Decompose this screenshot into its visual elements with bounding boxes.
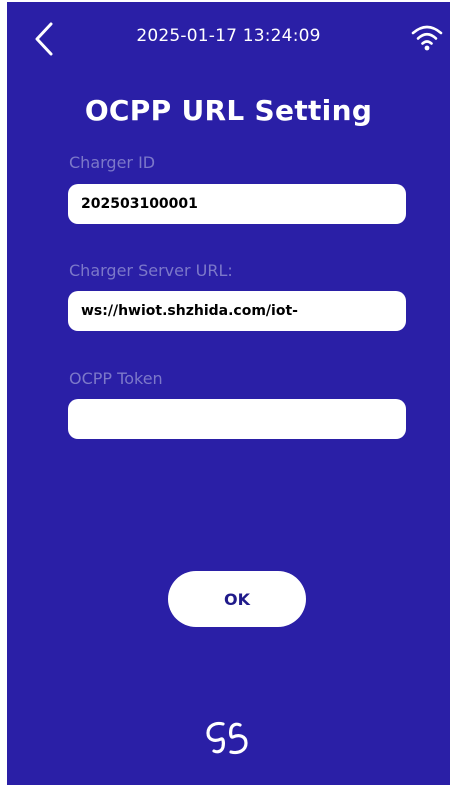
charger-id-label: Charger ID <box>69 153 156 172</box>
page-title: OCPP URL Setting <box>84 94 373 127</box>
charger-id-value: 202503100001 <box>81 196 198 212</box>
datetime-display: 2025-01-17 13:24:09 <box>136 26 321 46</box>
ocpp-token-field[interactable] <box>68 399 406 439</box>
device-screen: 2025-01-17 13:24:09 OCPP URL Setting Cha… <box>7 2 450 785</box>
ok-button-label: OK <box>224 589 250 609</box>
ocpp-token-label: OCPP Token <box>69 369 163 388</box>
status-bar: 2025-01-17 13:24:09 <box>7 2 450 74</box>
server-url-value: ws://hwiot.shzhida.com/iot- <box>81 303 298 319</box>
brand-logo-icon <box>206 721 248 755</box>
ok-button[interactable]: OK <box>168 571 306 627</box>
wifi-icon <box>411 25 443 51</box>
charger-id-field[interactable]: 202503100001 <box>68 184 406 224</box>
server-url-field[interactable]: ws://hwiot.shzhida.com/iot- <box>68 291 406 331</box>
server-url-label: Charger Server URL: <box>69 261 233 280</box>
